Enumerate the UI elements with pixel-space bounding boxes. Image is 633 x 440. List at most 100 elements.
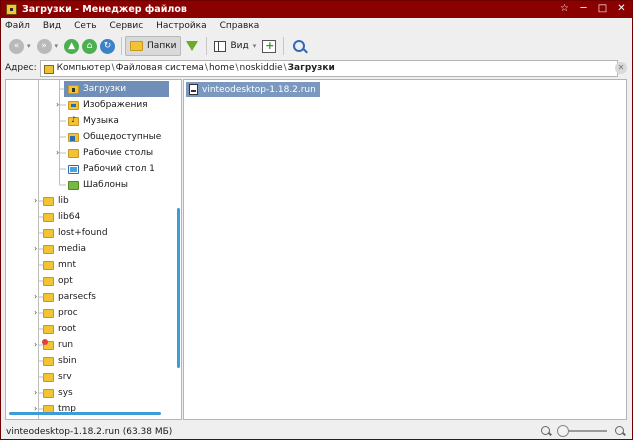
menu-help[interactable]: Справка [220, 21, 260, 31]
expand-desktops-icon[interactable]: › [56, 148, 59, 157]
folder-icon [43, 324, 54, 334]
app-icon [6, 4, 17, 15]
expand-run-icon[interactable]: › [34, 340, 37, 349]
clear-address-icon[interactable]: ✕ [615, 62, 627, 74]
file-name: vinteodesktop-1.18.2.run [202, 84, 316, 95]
menu-view[interactable]: Вид [43, 21, 61, 31]
view-button[interactable]: Вид [210, 36, 252, 56]
folder-tree[interactable]: Загрузки Изображения › Музыка Общедоступ… [5, 79, 182, 420]
folder-icon [43, 212, 54, 222]
crumb-home[interactable]: home [209, 63, 235, 73]
tree-item-srv[interactable]: srv [43, 369, 72, 385]
expand-lib-icon[interactable]: › [34, 196, 37, 205]
public-folder-icon [68, 132, 79, 142]
folder-icon [43, 276, 54, 286]
up-icon[interactable]: ▲ [64, 38, 80, 54]
maximize-button[interactable]: □ [595, 2, 610, 16]
tree-item-mnt[interactable]: mnt [43, 257, 76, 273]
tree-item-lib64[interactable]: lib64 [43, 209, 80, 225]
view-button-label: Вид [230, 41, 249, 51]
tree-item-sys[interactable]: sys [43, 385, 73, 401]
folders-button[interactable]: Папки [125, 36, 182, 56]
folder-icon [43, 388, 54, 398]
tree-vertical-scrollbar[interactable] [177, 208, 180, 368]
tree-item-lost-found[interactable]: lost+found [43, 225, 108, 241]
tree-item-run[interactable]: run [42, 337, 73, 353]
menu-bar: Файл Вид Сеть Сервис Настройка Справка [1, 18, 632, 34]
toolbar-separator [206, 37, 208, 55]
status-text: vinteodesktop-1.18.2.run (63.38 МБ) [6, 426, 173, 437]
download-folder-icon [68, 84, 79, 94]
computer-icon [43, 64, 54, 74]
minimize-button[interactable]: ─ [576, 2, 591, 16]
back-icon[interactable]: « [9, 38, 24, 54]
back-history-chevron-icon[interactable]: ▾ [27, 42, 31, 50]
folder-icon [43, 372, 54, 382]
tree-item-sbin[interactable]: sbin [43, 353, 77, 369]
tree-item-root[interactable]: root [43, 321, 76, 337]
crumb-filesystem[interactable]: Файловая система [116, 63, 204, 73]
home-icon[interactable]: ⌂ [82, 38, 98, 54]
tree-item-media[interactable]: media [43, 241, 86, 257]
address-field[interactable]: Компьютер \ Файловая система \ home \ no… [39, 59, 618, 77]
filter-icon[interactable] [186, 41, 199, 51]
search-icon[interactable] [293, 40, 306, 52]
tree-item-desktops[interactable]: Рабочие столы [68, 145, 153, 161]
sticky-button[interactable]: ☆ [557, 2, 572, 16]
crumb-current[interactable]: Загрузки [288, 63, 335, 73]
folder-icon [43, 292, 54, 302]
templates-folder-icon [68, 180, 79, 190]
tree-item-music[interactable]: Музыка [68, 113, 119, 129]
forward-history-chevron-icon[interactable]: ▾ [55, 42, 59, 50]
tree-item-pictures[interactable]: Изображения [68, 97, 148, 113]
tree-item-public[interactable]: Общедоступные [68, 129, 161, 145]
file-manager-window: Загрузки - Менеджер файлов ☆ ─ □ ✕ Файл … [0, 0, 633, 440]
tree-item-proc[interactable]: proc [43, 305, 78, 321]
zoom-out-icon[interactable] [541, 426, 550, 435]
run-folder-icon [42, 338, 54, 350]
executable-file-icon [189, 84, 198, 95]
tree-horizontal-scrollbar[interactable] [9, 412, 161, 415]
file-list-pane[interactable]: vinteodesktop-1.18.2.run [183, 79, 627, 420]
window-title: Загрузки - Менеджер файлов [22, 4, 187, 15]
menu-tools[interactable]: Сервис [110, 21, 144, 31]
forward-icon[interactable]: » [36, 38, 52, 54]
file-item[interactable]: vinteodesktop-1.18.2.run [186, 82, 320, 97]
address-label: Адрес: [5, 63, 37, 73]
folder-icon [43, 228, 54, 238]
folder-icon [68, 148, 79, 158]
folder-icon [43, 260, 54, 270]
tree-item-downloads[interactable]: Загрузки [64, 81, 169, 97]
toolbar-separator [121, 37, 123, 55]
tree-item-desktop-1[interactable]: Рабочий стол 1 [68, 161, 155, 177]
expand-proc-icon[interactable]: › [34, 308, 37, 317]
tree-item-parsecfs[interactable]: parsecfs [43, 289, 96, 305]
tree-item-lib[interactable]: lib [43, 193, 69, 209]
expand-media-icon[interactable]: › [34, 244, 37, 253]
view-chevron-icon[interactable]: ▾ [253, 42, 257, 50]
close-button[interactable]: ✕ [614, 2, 629, 16]
zoom-slider-handle[interactable] [557, 425, 569, 437]
expand-pictures-icon[interactable]: › [56, 100, 59, 109]
tree-item-opt[interactable]: opt [43, 273, 73, 289]
title-bar: Загрузки - Менеджер файлов ☆ ─ □ ✕ [1, 1, 632, 18]
music-folder-icon [68, 115, 79, 126]
crumb-user[interactable]: noskiddie [240, 63, 283, 73]
crumb-computer[interactable]: Компьютер [57, 63, 111, 73]
zoom-in-icon[interactable] [615, 426, 624, 435]
tree-item-templates[interactable]: Шаблоны [68, 177, 128, 193]
expand-sys-icon[interactable]: › [34, 388, 37, 397]
expand-parsecfs-icon[interactable]: › [34, 292, 37, 301]
menu-network[interactable]: Сеть [74, 21, 96, 31]
view-icon [214, 40, 227, 52]
reload-icon[interactable]: ↻ [100, 38, 116, 54]
pictures-folder-icon [68, 100, 79, 110]
menu-settings[interactable]: Настройка [156, 21, 207, 31]
folder-icon [43, 356, 54, 366]
menu-file[interactable]: Файл [5, 21, 30, 31]
toolbar-separator [283, 37, 285, 55]
new-window-icon[interactable] [262, 39, 277, 53]
toolbar: « ▾ » ▾ ▲ ⌂ ↻ Папки Вид ▾ [1, 34, 632, 58]
address-bar: Адрес: Компьютер \ Файловая система \ ho… [1, 59, 632, 77]
folder-icon [43, 308, 54, 318]
